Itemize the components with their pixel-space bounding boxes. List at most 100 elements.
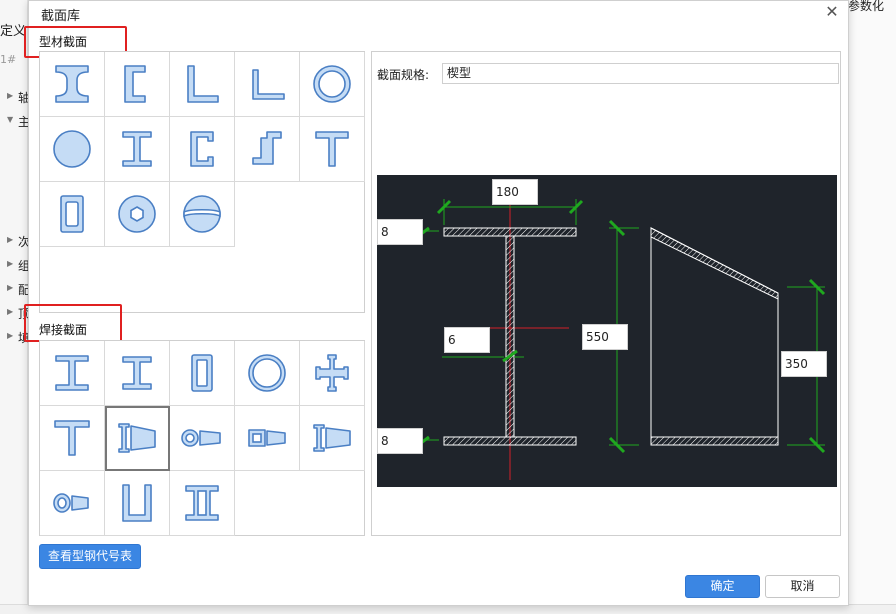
welded-t-icon <box>54 420 90 456</box>
tree-item-label[interactable]: 轴 <box>18 89 28 106</box>
top-flange <box>443 227 577 237</box>
welded-section-cell[interactable] <box>235 406 300 471</box>
t-section-icon <box>315 131 349 167</box>
bolt-head-icon <box>118 195 156 233</box>
tree-expand-icon[interactable]: ▶ <box>7 331 13 340</box>
wedge-dimension-ticks <box>608 219 826 454</box>
profile-section-cell[interactable] <box>235 117 300 182</box>
top-flange-dimension-field[interactable]: 8 <box>377 219 423 245</box>
i-beam-dimension-ticks <box>420 199 584 445</box>
tree-expand-icon[interactable]: ▶ <box>7 283 13 292</box>
section-library-dialog: 截面库 ✕ 型材截面 焊接截面 查看型钢代号表 截面规格: 楔型 180 8 6… <box>24 0 849 606</box>
background-sub-label: 1# <box>0 53 17 66</box>
wedge-section-icon <box>118 423 156 453</box>
welded-section-cell[interactable] <box>105 471 170 536</box>
welded-section-cell[interactable] <box>170 471 235 536</box>
profile-section-cell[interactable] <box>105 52 170 117</box>
background-parametric-label: 参数化 <box>848 0 885 13</box>
welded-section-cell[interactable] <box>40 341 105 406</box>
height-dimension-field[interactable]: 550 <box>582 324 628 350</box>
profile-section-cell[interactable] <box>170 52 235 117</box>
profile-section-cell[interactable] <box>40 52 105 117</box>
tapered-i-icon <box>313 424 351 452</box>
profile-empty-cell <box>300 182 365 247</box>
profile-section-cell[interactable] <box>300 117 365 182</box>
welded-u-icon <box>122 484 152 522</box>
end-height-dimension-field[interactable]: 350 <box>781 351 827 377</box>
unequal-angle-icon <box>252 69 285 100</box>
cancel-button[interactable]: 取消 <box>765 575 840 598</box>
tree-expand-icon[interactable]: ▶ <box>7 307 13 316</box>
welded-section-cell[interactable] <box>170 341 235 406</box>
bottom-flange <box>443 436 577 446</box>
background-right-panel: 参数化 <box>848 0 896 614</box>
tree-expand-icon[interactable]: ▼ <box>7 115 13 124</box>
welded-section-cell[interactable] <box>105 341 170 406</box>
profile-section-cell[interactable] <box>170 182 235 247</box>
i-beam-icon <box>55 65 89 103</box>
tree-expand-icon[interactable]: ▶ <box>7 235 13 244</box>
profile-section-cell[interactable] <box>300 52 365 117</box>
profile-section-cell[interactable] <box>105 182 170 247</box>
tree-expand-icon[interactable]: ▶ <box>7 259 13 268</box>
tapered-tube-icon <box>181 429 221 447</box>
profile-empty-cell <box>235 182 300 247</box>
double-i-icon <box>185 485 219 521</box>
web <box>505 235 515 438</box>
welded-section-panel <box>39 340 365 536</box>
welded-box-icon <box>191 354 213 392</box>
welded-section-cell[interactable] <box>40 471 105 536</box>
welded-empty-cell <box>300 471 365 536</box>
wedge-top-plate <box>650 227 779 300</box>
tree-expand-icon[interactable]: ▶ <box>7 91 13 100</box>
tapered-box-icon <box>248 429 286 447</box>
profile-section-cell[interactable] <box>170 117 235 182</box>
c-channel-icon <box>190 131 214 167</box>
welded-section-cell[interactable] <box>170 406 235 471</box>
tree-item-label[interactable]: 组 <box>18 257 28 274</box>
web-dimension-field[interactable]: 6 <box>444 327 490 353</box>
spec-field[interactable]: 楔型 <box>442 63 839 84</box>
welded-label-highlight <box>24 304 122 342</box>
wedge-dimensions <box>609 227 825 446</box>
welded-section-cell[interactable] <box>300 341 365 406</box>
rect-tube-icon <box>60 195 84 233</box>
profile-section-cell[interactable] <box>105 117 170 182</box>
dialog-title: 截面库 <box>41 9 81 24</box>
tree-item-label[interactable]: 配 <box>18 281 28 298</box>
ok-button[interactable]: 确定 <box>685 575 760 598</box>
section-drawing-canvas: 180 8 6 550 8 350 <box>377 175 837 487</box>
welded-h-icon <box>122 356 152 390</box>
welded-tube-icon <box>248 354 286 392</box>
bottom-flange-dimension-field[interactable]: 8 <box>377 428 423 454</box>
circular-tube-icon <box>313 65 351 103</box>
profile-section-cell[interactable] <box>40 117 105 182</box>
z-section-icon <box>252 131 282 165</box>
h-section-icon <box>122 131 152 167</box>
welded-i-icon <box>55 355 89 391</box>
profile-section-panel <box>39 51 365 313</box>
wedge-bottom-plate <box>650 436 779 446</box>
tapered-circle-icon <box>53 493 89 513</box>
welded-section-cell[interactable] <box>105 406 170 471</box>
view-steel-code-table-button[interactable]: 查看型钢代号表 <box>39 544 141 569</box>
profile-section-cell[interactable] <box>235 52 300 117</box>
welded-section-cell[interactable] <box>235 341 300 406</box>
welded-section-cell[interactable] <box>40 406 105 471</box>
top-width-dimension-field[interactable]: 180 <box>492 179 538 205</box>
solid-circle-icon <box>53 130 91 168</box>
channel-icon <box>124 65 146 103</box>
preview-panel: 截面规格: 楔型 180 8 6 550 8 350 <box>371 51 841 536</box>
welded-empty-cell <box>235 471 300 536</box>
profile-section-grid <box>40 52 365 247</box>
welded-section-grid <box>40 341 365 536</box>
close-icon[interactable]: ✕ <box>824 4 840 20</box>
tree-item-label[interactable]: 次 <box>18 233 28 250</box>
spec-label: 截面规格: <box>377 68 430 82</box>
welded-section-cell[interactable] <box>300 406 365 471</box>
split-circle-icon <box>183 195 221 233</box>
profile-section-cell[interactable] <box>40 182 105 247</box>
tree-item-label[interactable]: 主 <box>18 113 28 130</box>
welded-cross-icon <box>315 354 349 392</box>
angle-icon <box>187 65 219 103</box>
